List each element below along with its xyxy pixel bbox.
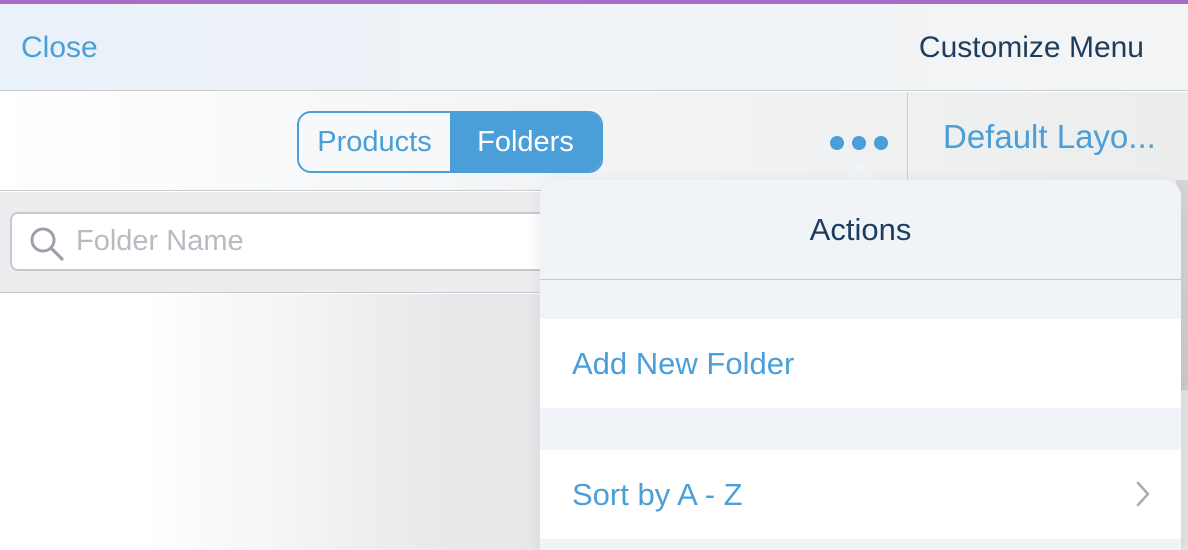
- sort-a-z-button[interactable]: Sort by A - Z: [540, 450, 1181, 539]
- dot: [830, 136, 844, 150]
- add-new-folder-button[interactable]: Add New Folder: [540, 319, 1181, 408]
- search-icon: [30, 227, 64, 261]
- actions-popover: Actions Add New Folder Sort by A - Z: [540, 180, 1181, 550]
- segmented-control: Products Folders: [297, 111, 603, 173]
- section-gap: [540, 408, 1181, 450]
- chevron-right-icon: [1136, 481, 1150, 507]
- action-label: Add New Folder: [572, 345, 795, 381]
- tab-products[interactable]: Products: [299, 113, 450, 171]
- section-gap: [540, 280, 1181, 319]
- popover-arrow: [843, 160, 877, 180]
- navigation-bar: Close Customize Menu: [0, 4, 1188, 91]
- ellipsis-icon[interactable]: [826, 132, 892, 154]
- vertical-divider: [907, 92, 908, 191]
- tab-folders[interactable]: Folders: [450, 113, 601, 171]
- close-button[interactable]: Close: [21, 31, 98, 65]
- dot: [852, 136, 866, 150]
- dot: [874, 136, 888, 150]
- popover-header: Actions: [540, 180, 1181, 280]
- popover-title: Actions: [809, 211, 912, 247]
- search-input[interactable]: [76, 214, 616, 269]
- page-title: Customize Menu: [918, 31, 1144, 64]
- search-field[interactable]: [10, 212, 630, 271]
- action-label: Sort by A - Z: [572, 476, 743, 512]
- layout-selector[interactable]: Default Layo...: [943, 118, 1156, 156]
